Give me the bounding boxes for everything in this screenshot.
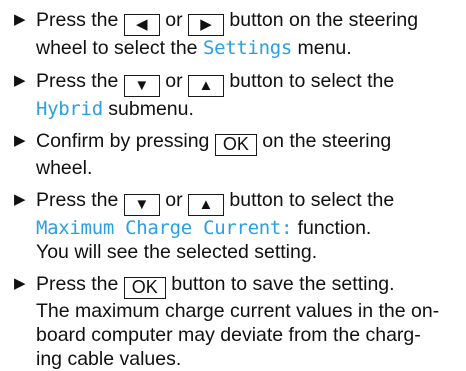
display-menu-name: Settings [202, 37, 293, 59]
step-bullet-icon: ▶ [14, 72, 26, 89]
step-bullet-icon: ▶ [14, 191, 26, 208]
step-select-hybrid-submenu: ▶ Press the ▼ or ▲ button to select the … [14, 69, 460, 121]
step-text: button to select the [229, 189, 395, 211]
step-text: or [165, 9, 183, 31]
step-text: You will see the selected setting. [36, 241, 318, 263]
steering-ok-button: OK [214, 134, 257, 156]
step-text: Press the [36, 273, 119, 295]
step-text: button to select the [229, 70, 395, 92]
step-bullet-icon: ▶ [14, 11, 26, 28]
step-text: submenu. [108, 98, 194, 120]
step-save-setting: ▶ Press the OK button to save the settin… [14, 272, 460, 371]
steering-down-button-icon: ▼ [123, 194, 160, 216]
step-note-text: ing cable values. [36, 348, 182, 370]
step-select-settings-menu: ▶ Press the ◀ or ▶ button on the steerin… [14, 8, 460, 60]
steering-up-button-icon: ▲ [187, 194, 224, 216]
step-text: or [165, 70, 183, 92]
step-bullet-icon: ▶ [14, 132, 26, 149]
step-text: Press the [36, 189, 119, 211]
instruction-list: ▶ Press the ◀ or ▶ button on the steerin… [0, 0, 466, 370]
step-text: wheel to select the [36, 37, 198, 59]
steering-up-button-icon: ▲ [187, 75, 224, 97]
step-text: function. [297, 217, 372, 239]
step-note-text: board computer may deviate from the char… [36, 324, 421, 346]
step-text: button to save the setting. [171, 273, 395, 295]
steering-left-button-icon: ◀ [123, 14, 160, 36]
step-text: on the steering [262, 130, 392, 152]
display-function-name: Maximum Charge Current: [36, 217, 293, 239]
display-submenu-name: Hybrid [36, 98, 103, 120]
step-note-text: The maximum charge current values in the… [36, 300, 440, 322]
step-select-max-charge-current: ▶ Press the ▼ or ▲ button to select the … [14, 188, 460, 264]
step-text: button on the steering [229, 9, 419, 31]
step-text: Press the [36, 9, 119, 31]
step-text: wheel. [36, 157, 93, 179]
step-bullet-icon: ▶ [14, 275, 26, 292]
step-text: Confirm by pressing [36, 130, 210, 152]
steering-right-button-icon: ▶ [187, 14, 224, 36]
steering-down-button-icon: ▼ [123, 75, 160, 97]
step-text: or [165, 189, 183, 211]
step-text: menu. [297, 37, 352, 59]
step-confirm-ok: ▶ Confirm by pressing OK on the steering… [14, 129, 460, 180]
step-text: Press the [36, 70, 119, 92]
steering-ok-button: OK [123, 277, 166, 299]
